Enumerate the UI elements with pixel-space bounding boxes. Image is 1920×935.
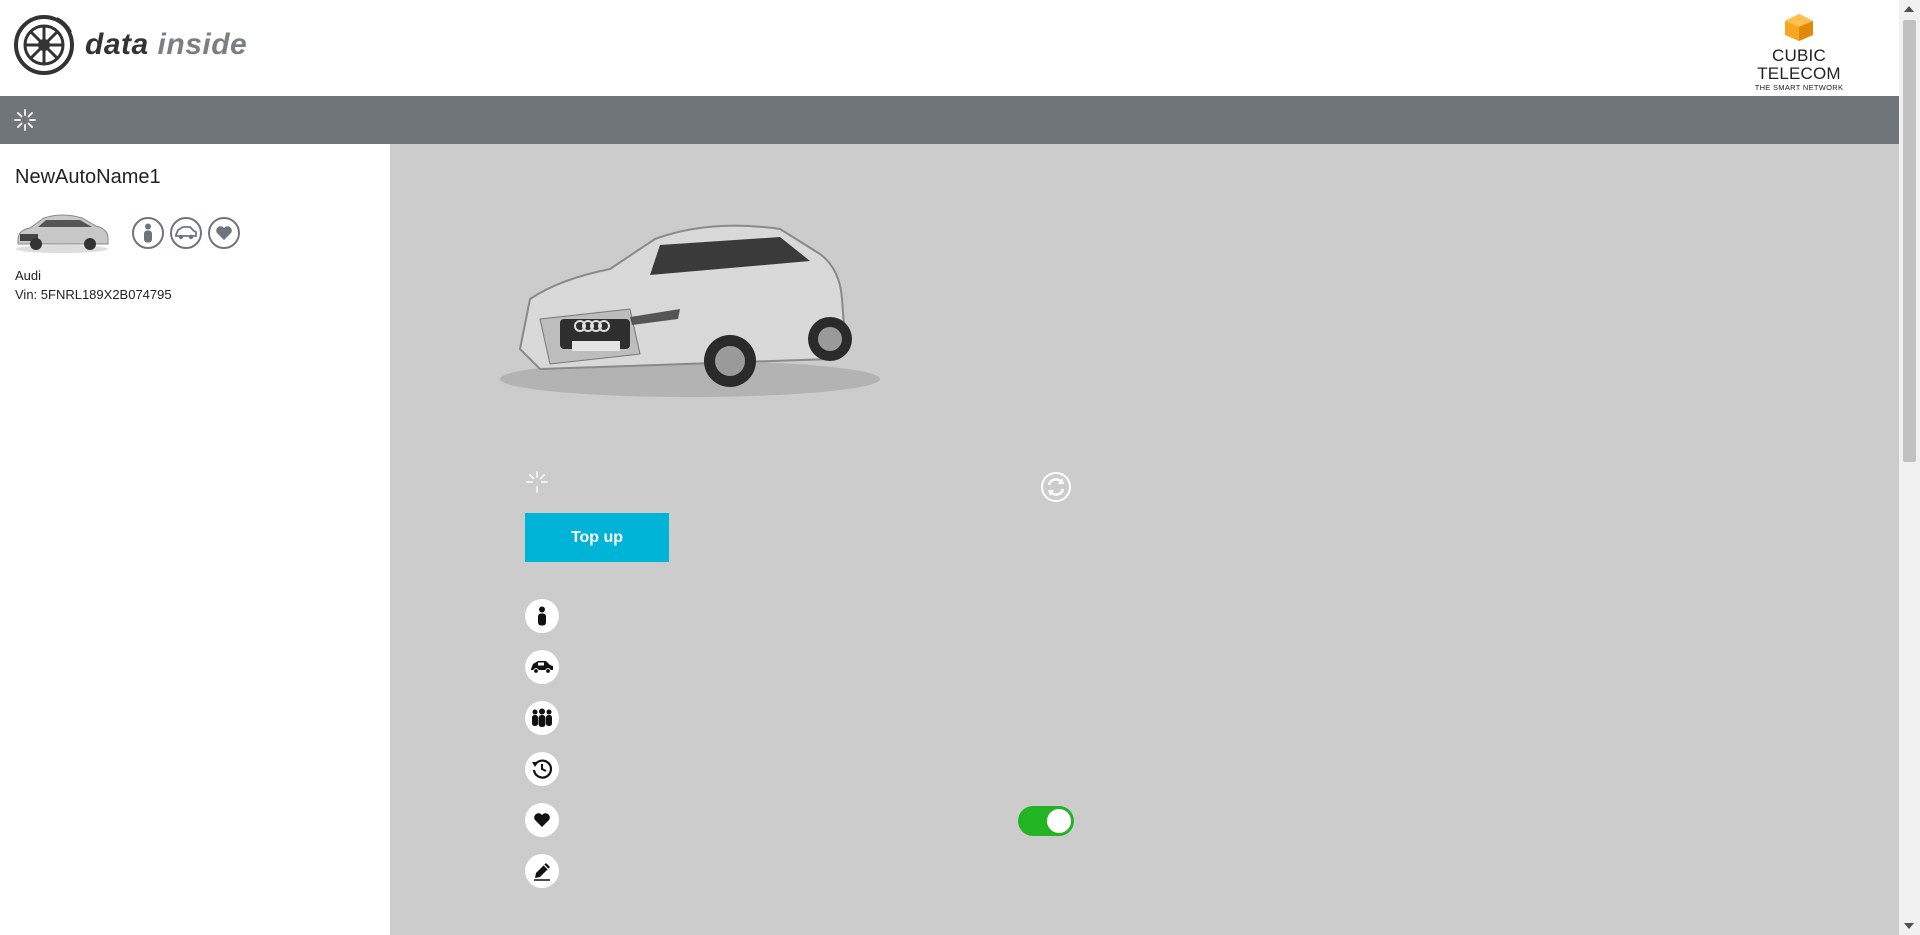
logo-text: data inside [85,28,247,62]
history-menu-item[interactable] [525,752,559,786]
partner-name: CUBIC TELECOM [1757,46,1841,83]
vehicle-make: Audi [15,268,42,283]
refresh-icon[interactable] [1040,471,1072,503]
vehicle-feature-chips [132,217,240,249]
person-icon [538,606,546,626]
vehicle-detail-panel: Top up [390,144,1899,935]
car-icon [531,661,553,674]
car-chip[interactable] [170,217,202,249]
loading-spinner-icon [14,109,36,131]
group-icon [532,708,552,727]
partner-logo: CUBIC TELECOM THE SMART NETWORK [1729,12,1869,92]
logo-text-light: inside [157,28,248,61]
page-scrollbar[interactable] [1899,0,1920,935]
scroll-down-arrow-icon[interactable] [1904,923,1914,929]
favourite-toggle[interactable] [1018,806,1074,836]
heart-icon [534,813,550,827]
wheel-logo-icon [14,15,74,75]
toolbar [0,96,1899,144]
toggle-knob [1047,809,1071,833]
driver-chip[interactable] [132,217,164,249]
vehicle-image [500,224,880,397]
data-inside-logo[interactable]: data inside [13,14,247,76]
favourite-menu-item[interactable] [525,803,559,837]
partner-tagline: THE SMART NETWORK [1754,83,1844,92]
vehicle-menu-item[interactable] [525,650,559,684]
driver-menu-item[interactable] [525,599,559,633]
top-up-button[interactable]: Top up [525,513,669,562]
header: data inside CUBIC TELECOM THE SMART NETW… [0,0,1899,96]
scroll-up-arrow-icon[interactable] [1904,6,1914,12]
logo-text-bold: data [85,28,149,61]
vehicle-vin: Vin: 5FNRL189X2B074795 [15,287,172,302]
scrollbar-thumb[interactable] [1903,20,1916,462]
pencil-icon [534,863,550,881]
group-menu-item[interactable] [525,701,559,735]
loading-spinner-icon [526,471,548,493]
favourite-chip[interactable] [208,217,240,249]
edit-menu-item[interactable] [525,854,559,888]
vehicle-sidebar: NewAutoName1 Audi Vin: 5FNRL189X2B074795 [0,144,390,935]
cube-logo-icon [1785,14,1813,41]
person-icon [144,223,152,243]
vehicle-thumbnail[interactable] [12,204,112,254]
history-icon [532,759,553,779]
vehicle-name[interactable]: NewAutoName1 [15,166,161,189]
heart-icon [216,226,232,240]
car-icon [175,226,197,240]
